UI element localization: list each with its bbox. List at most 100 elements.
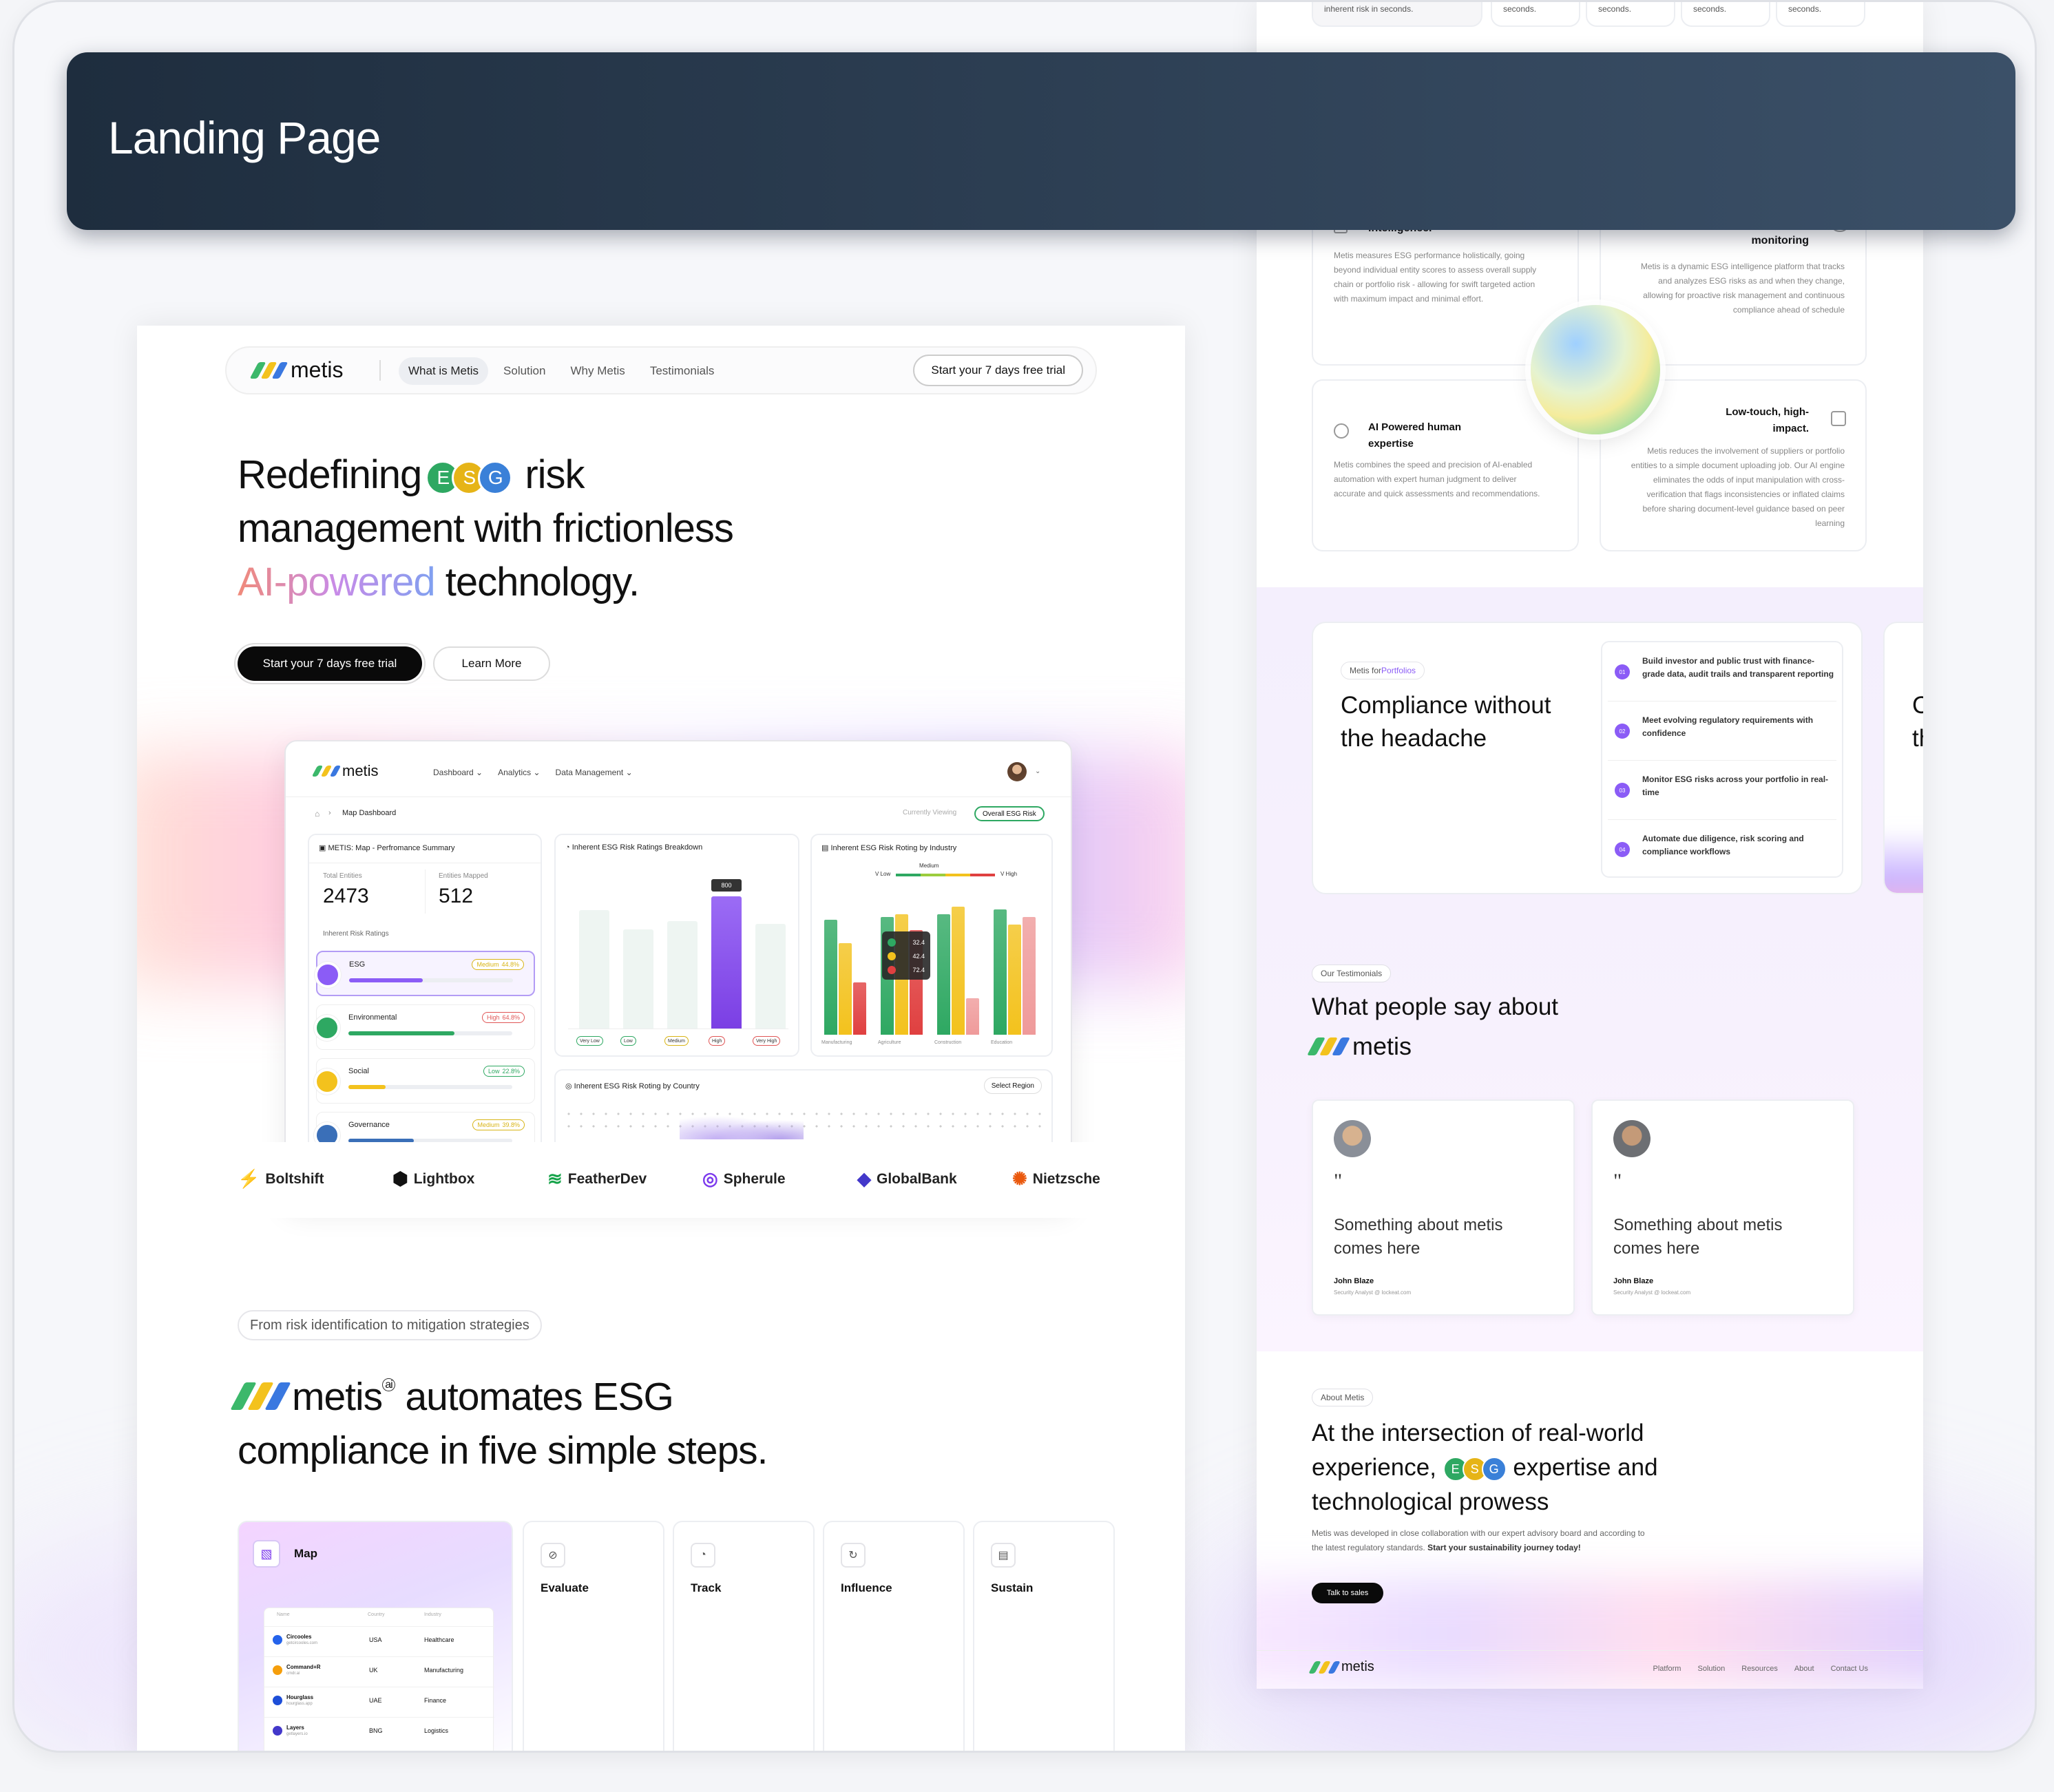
mapped-value: 512 [439,885,474,907]
table-header: Name [277,1612,290,1617]
industry-bar[interactable] [1008,925,1021,1035]
footer-link[interactable]: Solution [1697,1665,1725,1673]
breakdown-bar[interactable] [623,929,653,1029]
metis-logo-icon [1307,1037,1350,1055]
step-card[interactable]: ↻ Influence [823,1521,965,1751]
industry-bar[interactable] [853,982,866,1035]
step-label: Map [294,1547,317,1560]
risk-row[interactable]: ESG Medium 44.8% [315,951,535,996]
dash-menu-item[interactable]: Analytics ⌄ [498,768,540,777]
industry-title: ▤ Inherent ESG Risk Roting by Industry [821,844,957,852]
select-region-button[interactable]: Select Region [983,1077,1042,1094]
legend-scale [896,874,995,876]
risk-progress [349,978,513,982]
risk-name: ESG [349,960,366,969]
step-card[interactable]: ▤ Sustain [973,1521,1115,1751]
industry-tooltip: 32.4 42.4 72.4 [882,931,930,980]
partner-logo: ◆ GlobalBank [857,1168,957,1189]
breakdown-label: Very High [753,1036,781,1046]
viewing-label: Currently Viewing [903,809,957,816]
industry-bar[interactable] [839,943,852,1035]
breakdown-bar[interactable] [579,910,609,1029]
dash-menu-item[interactable]: Dashboard ⌄ [433,768,483,777]
industry-bar[interactable] [824,919,837,1035]
risk-progress [348,1085,512,1089]
risk-icon [314,1015,340,1041]
nav-item[interactable]: Testimonials [640,357,724,385]
summary-title: ▣ METIS: Map - Perfromance Summary [319,844,455,852]
table-row[interactable]: Command+R cmdr.ai UK Manufacturing [264,1656,494,1684]
industry-plot: 32.4 42.4 72.4 [821,900,1046,1035]
hero-trial-button[interactable]: Start your 7 days free trial [238,646,422,681]
company-country: USA [369,1636,382,1643]
learn-more-button[interactable]: Learn More [433,646,550,681]
section-title-bar: Landing Page [67,52,2015,230]
footer-link[interactable]: About [1794,1665,1814,1673]
risk-badge: Low 22.8% [483,1066,525,1077]
home-icon[interactable]: ⌂ [315,809,319,819]
dash-menu-item[interactable]: Data Management ⌄ [556,768,633,777]
benefit-number: 04 [1615,842,1630,857]
industry-card: ▤ Inherent ESG Risk Roting by Industry M… [810,834,1053,1057]
breadcrumb-sep: › [328,809,331,817]
footer-link[interactable]: Platform [1653,1665,1681,1673]
nav-trial-button[interactable]: Start your 7 days free trial [913,355,1083,386]
breakdown-bar[interactable] [711,896,742,1029]
strip-text: seconds. [1693,4,1727,14]
user-avatar[interactable] [1007,762,1027,781]
step-icon: ↻ [841,1543,866,1568]
company-industry: Manufacturing [424,1667,464,1674]
metis-logo-icon [230,1382,291,1410]
company-industry: Finance [424,1697,447,1704]
nav-items: What is Metis Solution Why Metis Testimonia… [399,357,724,385]
brand-name: metis [342,762,379,779]
company-icon [273,1726,282,1736]
strip-text: inherent risk in seconds. [1324,4,1414,14]
left-page-preview: metis What is Metis Solution Why Metis Test… [137,326,1185,1751]
industry-bar[interactable] [994,909,1007,1035]
trend-icon [1831,411,1846,426]
nav-logo[interactable]: metis [249,357,343,383]
step-card[interactable]: ◔ Track [673,1521,815,1751]
view-badge[interactable]: Overall ESG Risk [974,806,1045,821]
country-density [680,1112,804,1139]
table-row[interactable]: Layers getlayers.io BNG Logistics [264,1717,494,1744]
chevron-down-icon[interactable]: ⌄ [1035,768,1040,775]
risk-row[interactable]: Environmental High 64.8% [314,1004,535,1050]
feature-title: monitoring [1751,235,1809,246]
breakdown-label: Low [620,1036,636,1046]
step-card-map[interactable]: ▧ Map Name Country Industry Circooles getcirco… [238,1521,513,1751]
talk-to-sales-button[interactable]: Talk to sales [1312,1583,1383,1603]
company-domain: getcircooles.com [286,1641,318,1645]
benefit-item: 04 Automate due diligence, risk scoring a… [1608,825,1836,879]
footer-link[interactable]: Contact Us [1831,1665,1868,1673]
nav-item[interactable]: What is Metis [399,357,489,385]
nav-item[interactable]: Why Metis [560,357,634,385]
breakdown-bar[interactable] [755,924,786,1029]
industry-label: Education [991,1040,1013,1045]
footer-link[interactable]: Resources [1741,1665,1778,1673]
breakdown-card: ◔ Inherent ESG Risk Ratings Breakdown 80… [554,834,799,1057]
feature-text: Metis reduces the involvement of supplie… [1631,446,1845,528]
company-industry: Healthcare [424,1636,454,1643]
total-label: Total Entities [323,872,362,880]
industry-bar[interactable] [966,998,979,1035]
industry-bar[interactable] [937,914,950,1035]
industry-bar[interactable] [1023,917,1036,1035]
company-country: BNG [369,1727,383,1734]
legend-vhigh: V High [1000,871,1018,877]
step-label: Track [691,1581,722,1594]
table-row[interactable]: Hourglass hourglass.app UAE Finance [264,1687,494,1714]
nav-item[interactable]: Solution [494,357,555,385]
risk-badge: Medium 44.8% [472,959,524,970]
industry-bar[interactable] [952,906,965,1035]
testimonial-role: Security Analyst @ lockeat.com [1334,1289,1412,1296]
portfolio-card-peek: C th [1883,622,1923,894]
risk-row[interactable]: Social Low 22.8% [314,1058,535,1104]
table-row[interactable]: Circooles getcircooles.com USA Healthcare [264,1626,494,1654]
feature-card: AI Powered human expertise Metis combine… [1312,379,1579,551]
step-card[interactable]: ⊘ Evaluate [523,1521,664,1751]
breakdown-bar[interactable] [667,921,698,1029]
divider [425,869,426,914]
company-industry: Logistics [424,1727,449,1734]
